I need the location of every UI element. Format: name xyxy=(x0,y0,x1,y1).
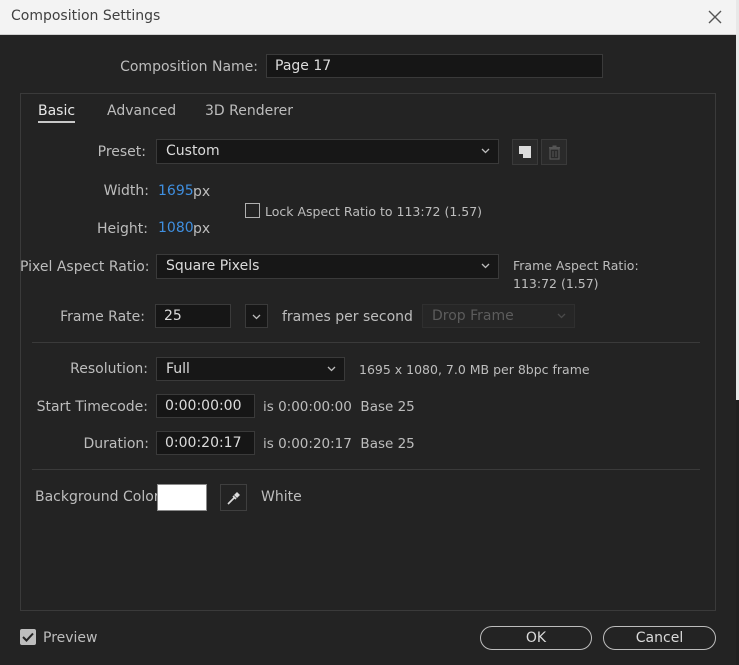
chevron-down-icon xyxy=(327,366,336,372)
background-color-label: Background Color: xyxy=(35,489,164,505)
drop-frame-dropdown: Drop Frame xyxy=(422,304,575,328)
width-label: Width: xyxy=(103,183,149,199)
close-icon[interactable] xyxy=(705,7,725,27)
lock-aspect-checkbox[interactable] xyxy=(245,203,260,218)
pixel-aspect-label: Pixel Aspect Ratio: xyxy=(20,259,150,275)
save-preset-button[interactable] xyxy=(512,139,538,165)
chevron-down-icon xyxy=(252,314,261,320)
divider xyxy=(32,469,700,470)
resolution-value: Full xyxy=(166,361,190,377)
preview-label: Preview xyxy=(43,630,98,646)
frame-aspect-label: Frame Aspect Ratio: xyxy=(513,258,639,273)
divider xyxy=(32,342,700,343)
height-value[interactable]: 1080 xyxy=(158,220,194,236)
tab-3d-renderer[interactable]: 3D Renderer xyxy=(205,103,293,119)
resolution-label: Resolution: xyxy=(70,361,148,377)
duration-info: is 0:00:20:17 Base 25 xyxy=(263,436,415,452)
start-timecode-info: is 0:00:00:00 Base 25 xyxy=(263,399,415,415)
preview-checkbox[interactable] xyxy=(20,629,36,645)
width-value[interactable]: 1695 xyxy=(158,183,194,199)
eyedropper-button[interactable] xyxy=(220,484,247,511)
pixel-aspect-dropdown[interactable]: Square Pixels xyxy=(156,254,499,279)
start-timecode-input[interactable]: 0:00:00:00 xyxy=(156,394,255,418)
pixel-aspect-value: Square Pixels xyxy=(166,258,260,274)
lock-aspect-label: Lock Aspect Ratio to 113:72 (1.57) xyxy=(265,204,483,219)
window-title: Composition Settings xyxy=(11,8,161,24)
duration-label: Duration: xyxy=(83,436,149,452)
start-timecode-label: Start Timecode: xyxy=(36,399,148,415)
tab-advanced[interactable]: Advanced xyxy=(107,103,176,119)
frame-aspect-value: 113:72 (1.57) xyxy=(513,276,599,291)
checkmark-icon xyxy=(22,632,34,642)
height-label: Height: xyxy=(97,221,148,237)
settings-panel xyxy=(20,93,716,611)
frame-rate-unit: frames per second xyxy=(282,309,413,325)
chevron-down-icon xyxy=(481,148,490,154)
tab-basic[interactable]: Basic xyxy=(38,103,76,123)
frame-rate-dropdown[interactable] xyxy=(245,304,268,328)
duration-input[interactable]: 0:00:20:17 xyxy=(156,431,255,455)
resolution-info: 1695 x 1080, 7.0 MB per 8bpc frame xyxy=(359,362,590,377)
eyedropper-icon xyxy=(227,492,240,505)
preset-label: Preset: xyxy=(97,144,146,160)
width-unit: px xyxy=(193,184,211,200)
frame-rate-input[interactable]: 25 xyxy=(155,304,231,328)
drop-frame-value: Drop Frame xyxy=(432,308,514,324)
preset-dropdown[interactable]: Custom xyxy=(156,139,499,164)
trash-icon xyxy=(549,145,560,160)
delete-preset-button[interactable] xyxy=(541,139,567,165)
cancel-button[interactable]: Cancel xyxy=(603,626,716,650)
comp-name-label: Composition Name: xyxy=(120,59,258,75)
chevron-down-icon xyxy=(481,263,490,269)
background-color-name: White xyxy=(261,489,302,505)
background-color-swatch[interactable] xyxy=(157,484,207,511)
comp-name-input[interactable]: Page 17 xyxy=(266,54,603,78)
preset-value: Custom xyxy=(166,143,220,159)
save-preset-icon xyxy=(519,146,531,158)
resolution-dropdown[interactable]: Full xyxy=(156,357,345,381)
height-unit: px xyxy=(193,221,211,237)
ok-button[interactable]: OK xyxy=(480,626,592,650)
chevron-down-icon xyxy=(557,313,566,319)
frame-rate-label: Frame Rate: xyxy=(60,309,145,325)
